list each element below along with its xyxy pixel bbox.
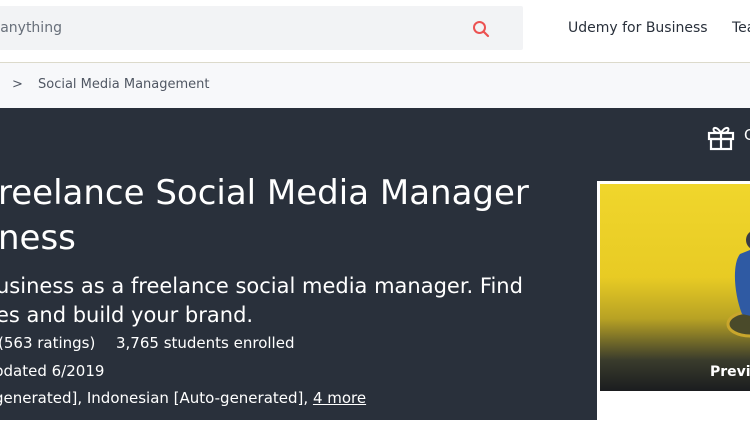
- search-box: [0, 6, 523, 50]
- udemy-for-business-link[interactable]: Udemy for Business: [568, 20, 708, 36]
- top-header: Udemy for Business Tea: [0, 0, 750, 63]
- course-title-line-1: reelance Social Media Manager: [0, 173, 529, 213]
- gift-course-label[interactable]: G: [744, 126, 750, 144]
- students-enrolled: 3,765 students enrolled: [116, 334, 295, 352]
- course-preview-card: Previ: [597, 181, 750, 426]
- breadcrumb-item-social-media-management[interactable]: Social Media Management: [38, 77, 210, 92]
- more-languages-link[interactable]: 4 more: [313, 389, 366, 407]
- last-updated: pdated 6/2019: [0, 362, 105, 380]
- course-hero: G reelance Social Media Manager ness usi…: [0, 108, 750, 426]
- breadcrumb: > Social Media Management: [0, 63, 750, 109]
- course-title-line-2: ness: [0, 218, 76, 258]
- person-illustration-icon: [726, 232, 750, 338]
- caption-languages: generated], Indonesian [Auto-generated],…: [0, 389, 366, 407]
- search-icon[interactable]: [471, 19, 491, 39]
- course-subtitle-line-2: es and build your brand.: [0, 303, 254, 327]
- search-input[interactable]: [0, 6, 460, 50]
- breadcrumb-separator: >: [12, 77, 23, 92]
- course-subtitle-line-1: usiness as a freelance social media mana…: [0, 274, 523, 298]
- ratings-count[interactable]: (563 ratings): [0, 334, 95, 352]
- caption-languages-text: generated], Indonesian [Auto-generated],: [0, 389, 309, 407]
- course-preview-thumbnail[interactable]: Previ: [600, 184, 750, 391]
- preview-label[interactable]: Previ: [710, 364, 750, 380]
- gift-icon[interactable]: [706, 123, 736, 151]
- teach-link[interactable]: Tea: [732, 20, 750, 36]
